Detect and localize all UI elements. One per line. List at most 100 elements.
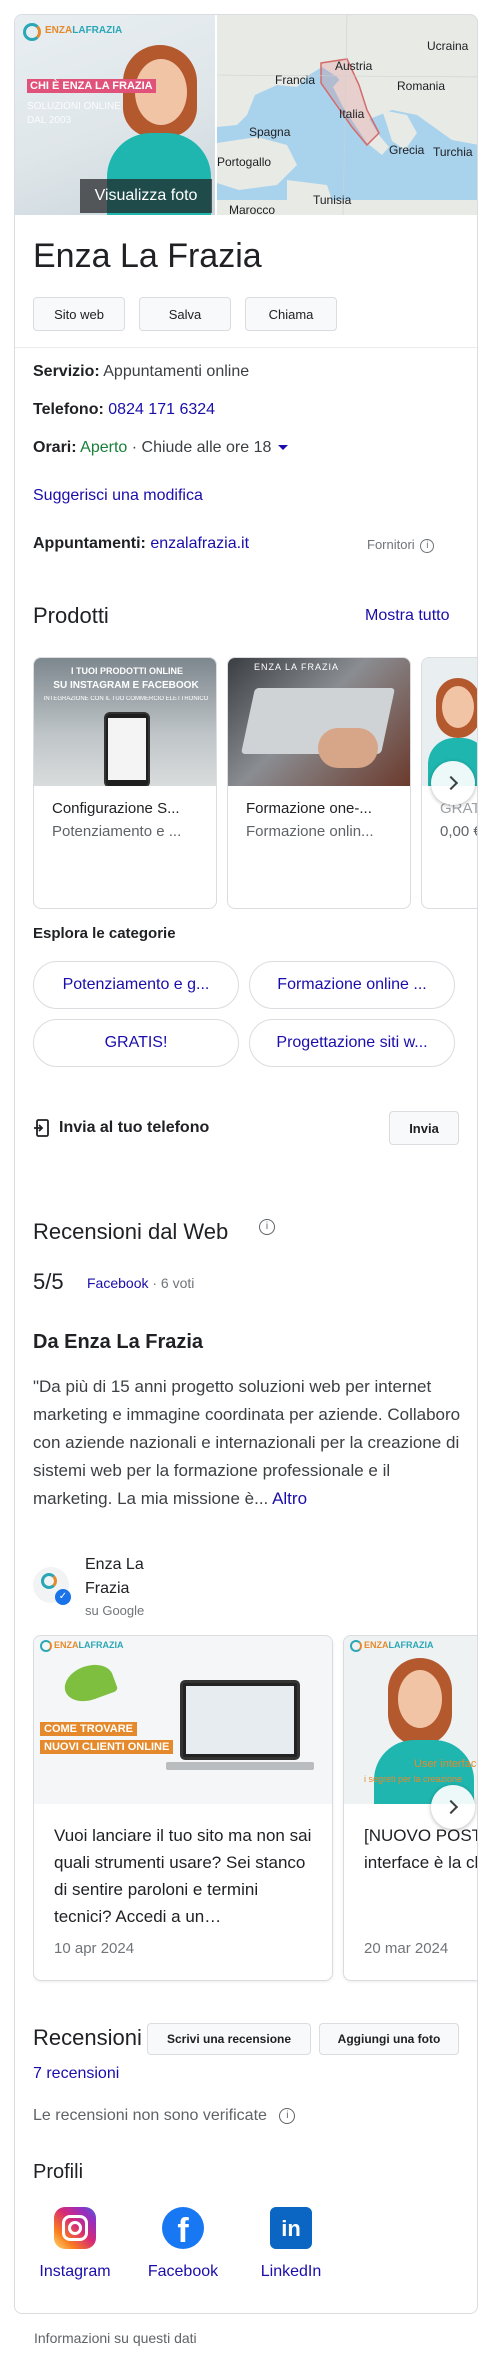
call-button[interactable]: Chiama <box>245 297 337 331</box>
send-to-phone-glyph <box>34 1119 49 1137</box>
unverified-notice: Le recensioni non sono verificate i <box>33 2107 296 2125</box>
brand-part-2: LAFRAZIA <box>72 25 123 36</box>
map-label-portugal: Portogallo <box>217 155 272 169</box>
show-all-link[interactable]: Mostra tutto <box>365 607 449 625</box>
brand-logo-icon <box>23 23 41 41</box>
add-photo-button[interactable]: Aggiungi una foto <box>319 2023 459 2055</box>
appointments-link[interactable]: enzalafrazia.it <box>150 535 249 552</box>
profiles-row: Instagram f Facebook in LinkedIn <box>33 2207 473 2299</box>
plant-shape <box>59 1658 119 1708</box>
brand-part-2: LAFRAZIA <box>78 1640 124 1650</box>
post-date: 20 mar 2024 <box>364 1940 449 1957</box>
author-name: Enza La Frazia <box>85 1553 144 1601</box>
category-chip-label: Formazione online ... <box>277 976 427 993</box>
providers-link[interactable]: Fornitori i <box>367 537 435 553</box>
brand-logo-icon <box>40 1640 52 1652</box>
write-review-button[interactable]: Scrivi una recensione <box>147 2023 311 2055</box>
promo-line-3: DAL 2003 <box>27 115 72 126</box>
post-text: [NUOVO POST] ENZALAFRAZIA interface è la… <box>364 1826 477 1872</box>
laptop-base-shape <box>166 1762 314 1770</box>
reviews-title: Recensioni <box>33 2025 142 2050</box>
product-image-line-1: I TUOI PRODOTTI ONLINE <box>71 666 183 676</box>
data-info-link[interactable]: Informazioni su questi dati <box>34 2330 197 2346</box>
category-chip[interactable]: Progettazione siti w... <box>249 1019 455 1067</box>
phone-screen-shape <box>108 718 146 780</box>
product-card[interactable]: I TUOI PRODOTTI ONLINE SU INSTAGRAM E FA… <box>33 657 217 909</box>
profile-linkedin[interactable]: in LinkedIn <box>249 2207 333 2297</box>
business-name: Enza La Frazia <box>33 237 262 275</box>
map-thumbnail[interactable]: Ucraina Francia Austria Romania Spagna I… <box>217 15 477 215</box>
web-review-source-link[interactable]: Facebook <box>87 1275 148 1291</box>
suggest-edit-link[interactable]: Suggerisci una modifica <box>33 485 203 507</box>
post-text: Vuoi lanciare il tuo sito ma non sai qua… <box>54 1826 312 1926</box>
from-business-title: Da Enza La Frazia <box>33 1331 204 1353</box>
post-image-brand: ENZALAFRAZIA <box>54 1640 124 1650</box>
product-image: I TUOI PRODOTTI ONLINE SU INSTAGRAM E FA… <box>34 658 216 786</box>
face-shape <box>442 686 474 728</box>
more-link[interactable]: Altro <box>272 1489 307 1508</box>
profile-facebook[interactable]: f Facebook <box>141 2207 225 2297</box>
product-card[interactable]: ENZA LA FRAZIA Formazione one-... Formaz… <box>227 657 411 909</box>
posts-next-button[interactable] <box>431 1785 475 1829</box>
verified-check-icon: ✓ <box>55 1589 71 1605</box>
author-name-line-1: Enza La <box>85 1556 144 1573</box>
brand-part-2: LAFRAZIA <box>388 1640 434 1650</box>
post-image: ENZALAFRAZIA User interface e i segreti … <box>344 1636 477 1804</box>
chevron-right-icon <box>443 1799 459 1815</box>
phone-link[interactable]: 0824 171 6324 <box>108 401 215 418</box>
post-card[interactable]: ENZALAFRAZIA COME TROVARE NUOVI CLIENTI … <box>33 1635 333 1981</box>
view-photos-button[interactable]: Visualizza foto <box>80 179 212 213</box>
profile-instagram[interactable]: Instagram <box>33 2207 117 2297</box>
face-shape <box>398 1670 442 1728</box>
profiles-title: Profili <box>33 2161 84 2183</box>
brand-part-1: ENZA <box>45 25 73 36</box>
send-button[interactable]: Invia <box>389 1111 459 1145</box>
product-subtitle: Formazione onlin... <box>246 823 374 840</box>
map-label-france: Francia <box>275 73 316 87</box>
carousel-next-button[interactable] <box>431 761 475 805</box>
category-chip[interactable]: Potenziamento e g... <box>33 961 239 1009</box>
hero-photo[interactable]: ENZALAFRAZIA CHI È ENZA LA FRAZIA SOLUZI… <box>15 15 215 215</box>
info-icon[interactable]: i <box>259 1219 275 1235</box>
reviews-count-link[interactable]: 7 recensioni <box>33 2065 119 2083</box>
website-button[interactable]: Sito web <box>33 297 125 331</box>
map-label-greece: Grecia <box>389 143 425 157</box>
instagram-icon <box>54 2207 96 2249</box>
send-to-phone-icon <box>33 1119 51 1137</box>
product-subtitle: Potenziamento e ... <box>52 823 182 840</box>
map-label-italy: Italia <box>339 107 365 121</box>
posts-carousel: ENZALAFRAZIA COME TROVARE NUOVI CLIENTI … <box>33 1635 477 1985</box>
post-image: ENZALAFRAZIA COME TROVARE NUOVI CLIENTI … <box>34 1636 332 1804</box>
linkedin-icon: in <box>270 2207 312 2249</box>
chevron-down-icon[interactable] <box>277 445 288 451</box>
product-subtitle: 0,00 € <box>440 823 478 840</box>
hours-status: Aperto <box>80 439 128 456</box>
save-button[interactable]: Salva <box>139 297 231 331</box>
phone-row: Telefono: 0824 171 6324 <box>33 399 215 421</box>
post-image-line-1: User interface e <box>414 1758 477 1770</box>
category-chip[interactable]: GRATIS! <box>33 1019 239 1067</box>
hours-label: Orari: <box>33 439 77 456</box>
unverified-text: Le recensioni non sono verificate <box>33 2107 267 2124</box>
category-chip[interactable]: Formazione online ... <box>249 961 455 1009</box>
product-image-line-2: SU INSTAGRAM E FACEBOOK <box>53 680 199 691</box>
web-review-score: 5/5 <box>33 1269 64 1294</box>
info-icon[interactable]: i <box>420 538 435 553</box>
hours-row[interactable]: Orari: Aperto · Chiude alle ore 18 <box>33 437 288 459</box>
category-chip-label: Potenziamento e g... <box>62 976 210 993</box>
post-image-line-2: i segreti per la creazione <box>364 1774 463 1784</box>
promo-line-2: SOLUZIONI ONLINE <box>27 101 121 112</box>
profile-label: LinkedIn <box>260 2263 322 2280</box>
brand-logo-icon <box>41 1573 57 1589</box>
brand-part-1: ENZA <box>364 1640 389 1650</box>
products-carousel: I TUOI PRODOTTI ONLINE SU INSTAGRAM E FA… <box>33 657 478 911</box>
brand-logo-icon <box>350 1640 362 1652</box>
product-title: Formazione one-... <box>246 800 372 817</box>
service-label: Servizio: <box>33 363 100 380</box>
phone-label: Telefono: <box>33 401 104 418</box>
map-label-turkey: Turchia <box>433 145 473 159</box>
service-value: Appuntamenti online <box>103 363 250 380</box>
info-icon[interactable]: i <box>279 2107 296 2124</box>
category-chip-label: GRATIS! <box>104 1034 168 1051</box>
map-label-ukraine: Ucraina <box>427 39 469 53</box>
